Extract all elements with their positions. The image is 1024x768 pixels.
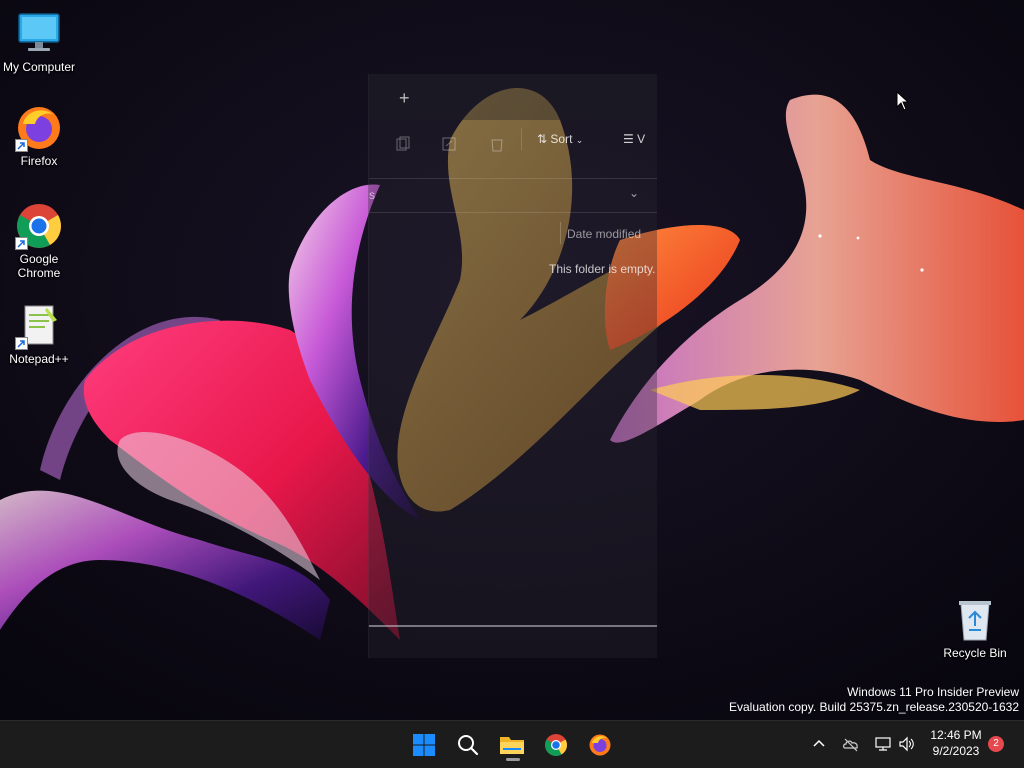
network-icon[interactable] [874,735,892,753]
start-icon [413,734,435,756]
file-explorer-icon [500,737,524,754]
sort-button[interactable]: ⇅ Sort ⌄ [537,132,583,146]
chevron-down-icon: ⌄ [575,135,584,145]
evaluation-watermark: Windows 11 Pro Insider Preview Evaluatio… [729,685,1019,715]
firefox-icon [15,104,63,152]
chrome-icon [15,202,63,250]
copy-icon[interactable] [395,136,411,152]
desktop-icon-notepadpp[interactable]: Notepad++ [0,302,78,366]
address-text: s [369,188,375,202]
address-bar[interactable]: s ⌄ [369,178,657,213]
chrome-icon [545,734,567,756]
sort-icon: ⇅ [537,132,548,146]
chevron-down-icon[interactable]: ⌄ [629,186,639,200]
empty-folder-message: This folder is empty. [549,262,656,276]
volume-icon[interactable] [898,735,916,753]
new-tab-button[interactable]: + [399,88,410,109]
file-explorer-window-fading: + ⇅ Sort ⌄ ☰ V s ⌄ Date modified This fo… [368,74,657,658]
desktop-icon-chrome[interactable]: Google Chrome [0,202,78,280]
taskbar-chrome[interactable] [536,725,576,765]
active-app-indicator [506,758,520,761]
clock-time: 12:46 PM [930,728,982,742]
shortcut-arrow-icon [15,139,28,152]
desktop-icon-recycle-bin[interactable]: Recycle Bin [936,596,1014,660]
desktop-icon-label: Notepad++ [9,352,69,366]
watermark-line-2: Evaluation copy. Build 25375.zn_release.… [729,700,1019,714]
shortcut-arrow-icon [15,337,28,350]
explorer-toolbar [369,120,657,179]
desktop-icon-label: Recycle Bin [943,646,1007,660]
chevron-up-icon[interactable] [810,735,828,753]
column-separator [560,222,561,244]
onedrive-offline-icon[interactable] [842,735,860,753]
toolbar-separator [521,128,522,150]
clock-date: 9/2/2023 [932,744,980,758]
recycle-bin-icon [951,596,999,644]
mouse-cursor-icon [896,91,910,111]
notepadpp-icon [15,302,63,350]
taskbar-firefox[interactable] [580,725,620,765]
desktop-icon-label: Firefox [20,154,58,168]
system-clock[interactable]: 12:46 PM 9/2/2023 [920,727,992,759]
view-button[interactable]: ☰ V [623,132,645,146]
firefox-icon [589,734,611,756]
notification-badge[interactable]: 2 [988,736,1004,752]
delete-icon[interactable] [489,136,505,152]
watermark-line-1: Windows 11 Pro Insider Preview [847,685,1019,699]
monitor-icon [15,10,63,58]
shortcut-arrow-icon [15,237,28,250]
status-divider [369,625,657,627]
desktop-icon-label: My Computer [2,60,76,74]
explorer-tab-bar: + [369,74,657,120]
desktop-icon-my-computer[interactable]: My Computer [0,10,78,74]
search-button[interactable] [448,725,488,765]
desktop-icon-label: Google Chrome [17,252,61,280]
view-label: V [637,132,646,146]
share-icon[interactable] [441,136,457,152]
sort-label: Sort [550,132,573,146]
search-icon [458,735,479,756]
start-button[interactable] [404,725,444,765]
column-header-date-modified[interactable]: Date modified [567,227,641,241]
desktop-icon-firefox[interactable]: Firefox [0,104,78,168]
view-list-icon: ☰ [623,132,634,146]
